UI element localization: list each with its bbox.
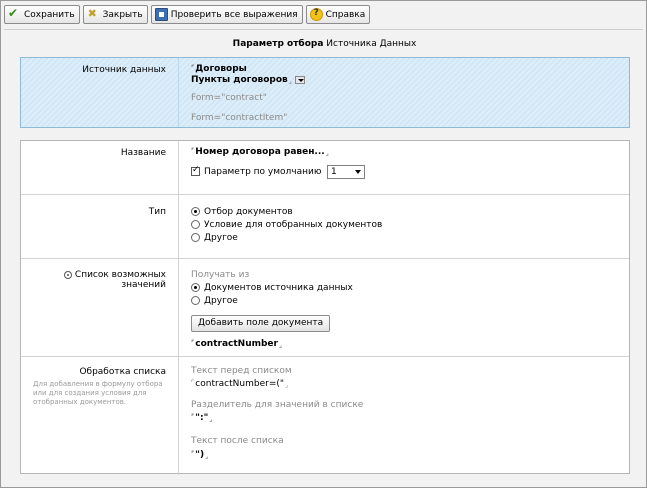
corner-mark-icon: ⌜ <box>191 379 195 387</box>
toolbar: Сохранить Закрыть Проверить все выражени… <box>4 5 371 25</box>
data-source-item-contracts[interactable]: ⌜Договоры <box>191 64 247 74</box>
type-radio-filter-docs[interactable] <box>191 207 200 216</box>
list-processing-row: Обработка списка Для добавления в формул… <box>21 357 629 475</box>
corner-mark-icon: ⌟ <box>325 149 329 157</box>
check-expressions-label: Проверить все выражения <box>170 9 298 20</box>
data-source-label: Источник данных <box>82 65 166 75</box>
type-option-condition[interactable]: Условие для отобранных документов <box>191 220 382 230</box>
type-radio-other[interactable] <box>191 233 200 242</box>
dropdown-icon[interactable] <box>295 75 306 84</box>
help-button[interactable]: Справка <box>305 5 371 24</box>
values-option-other[interactable]: Другое <box>191 296 238 306</box>
save-button-label: Сохранить <box>24 9 75 20</box>
type-radio-condition[interactable] <box>191 220 200 229</box>
corner-mark-icon: ⌟ <box>278 341 283 349</box>
form-contract-item: Form="contractItem" <box>191 113 288 123</box>
corner-mark-icon: ⌟ <box>205 452 209 460</box>
page-title-rest: Источника Данных <box>326 39 417 49</box>
close-icon <box>87 7 100 21</box>
column-divider <box>178 141 179 194</box>
toolbar-divider <box>4 29 643 30</box>
corner-mark-icon: ⌜ <box>191 147 195 155</box>
settings-panel: Название ⌜Номер договора равен...⌟ Парам… <box>20 140 630 475</box>
default-param-option[interactable]: Параметр по умолчанию <box>191 165 321 177</box>
default-param-checkbox[interactable] <box>191 165 200 176</box>
list-processing-hint: Для добавления в формулу отбора или для … <box>33 380 163 406</box>
type-label: Тип <box>148 207 166 217</box>
values-radio-other[interactable] <box>191 296 200 305</box>
get-from-label: Получать из <box>191 270 250 280</box>
window: Сохранить Закрыть Проверить все выражени… <box>0 0 647 488</box>
save-button[interactable]: Сохранить <box>4 5 80 24</box>
column-divider <box>178 195 179 258</box>
values-option-source-docs[interactable]: Документов источника данных <box>191 283 353 293</box>
list-processing-label: Обработка списка <box>79 367 166 377</box>
name-row: Название ⌜Номер договора равен...⌟ Парам… <box>21 141 629 195</box>
default-value-select[interactable]: 1 <box>327 165 365 179</box>
check-expressions-button[interactable]: Проверить все выражения <box>150 5 303 24</box>
corner-mark-icon: ⌜ <box>191 339 195 347</box>
corner-mark-icon: ⌜ <box>191 450 195 458</box>
possible-values-label: Список возможных значений <box>21 270 166 290</box>
add-document-field-button[interactable]: Добавить поле документа <box>191 315 331 332</box>
corner-mark-icon: ⌜ <box>191 413 195 421</box>
text-before-label: Текст перед списком <box>191 366 292 376</box>
corner-mark-icon: ⌟ <box>288 77 293 85</box>
possible-values-row: Список возможных значений Получать из До… <box>21 259 629 357</box>
close-button-label: Закрыть <box>102 9 143 20</box>
type-option-other[interactable]: Другое <box>191 233 238 243</box>
column-divider <box>178 259 179 356</box>
info-icon <box>63 270 72 279</box>
corner-mark-icon: ⌜ <box>191 64 195 72</box>
column-divider <box>178 357 179 475</box>
page-title: Параметр отбора Источника Данных <box>1 39 647 49</box>
close-button[interactable]: Закрыть <box>82 5 148 24</box>
name-label: Название <box>120 148 166 158</box>
corner-mark-icon: ⌟ <box>285 381 289 389</box>
data-source-panel: Источник данных ⌜Договоры Пункты договор… <box>20 57 630 128</box>
text-after-field[interactable]: ⌜")⌟ <box>191 450 208 460</box>
column-divider <box>178 58 179 127</box>
data-source-item-contract-items[interactable]: Пункты договоров⌟ <box>191 75 306 85</box>
page-title-bold: Параметр отбора <box>232 39 324 49</box>
name-field[interactable]: ⌜Номер договора равен...⌟ <box>191 147 329 157</box>
values-radio-source-docs[interactable] <box>191 283 200 292</box>
corner-mark-icon: ⌟ <box>209 415 213 423</box>
text-after-label: Текст после списка <box>191 436 284 446</box>
text-before-field[interactable]: ⌜contractNumber=("⌟ <box>191 379 288 389</box>
document-field[interactable]: ⌜contractNumber⌟ <box>191 339 282 349</box>
type-row: Тип Отбор документов Условие для отобран… <box>21 195 629 259</box>
help-button-label: Справка <box>325 9 366 20</box>
separator-label: Разделитель для значений в списке <box>191 400 364 410</box>
separator-field[interactable]: ⌜":"⌟ <box>191 413 213 423</box>
type-option-filter-docs[interactable]: Отбор документов <box>191 207 293 217</box>
help-icon <box>309 8 323 21</box>
form-contract: Form="contract" <box>191 93 267 103</box>
verify-icon <box>154 8 168 21</box>
checkmark-icon <box>8 6 21 21</box>
